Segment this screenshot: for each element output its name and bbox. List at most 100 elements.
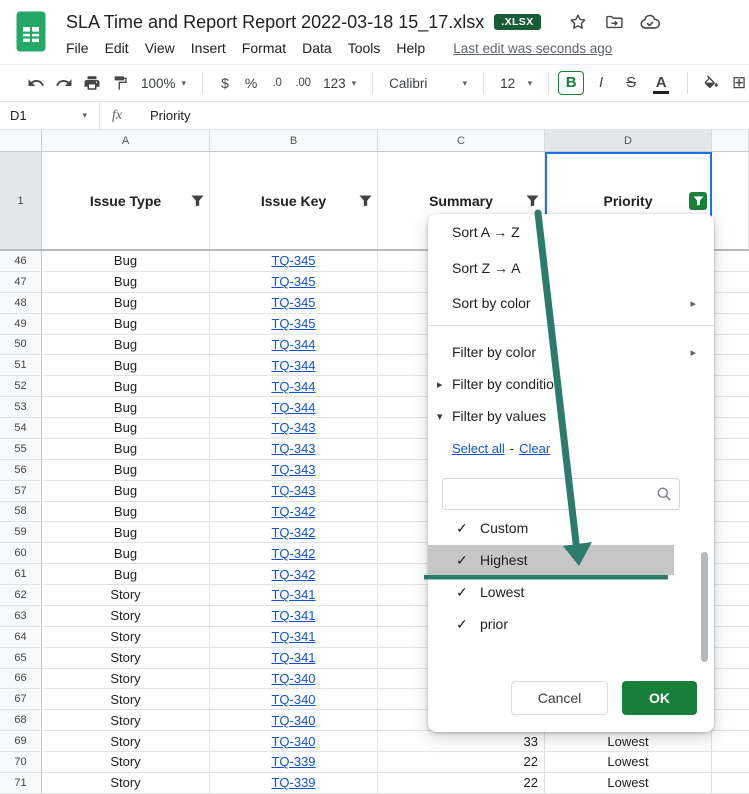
cell-issue-key-link[interactable]: TQ-344 [210,376,378,397]
row-number[interactable]: 49 [0,314,42,335]
filter-funnel-icon-active[interactable] [689,192,707,210]
header-cell-issue-type[interactable]: Issue Type [42,152,210,249]
cell-issue-type[interactable]: Bug [42,564,210,585]
cell-empty[interactable] [712,460,749,481]
cell-empty[interactable] [712,355,749,376]
row-number[interactable]: 50 [0,335,42,356]
row-number[interactable]: 68 [0,710,42,731]
cell-issue-type[interactable]: Story [42,773,210,794]
menu-item-filter-by-condition[interactable]: ▸ Filter by condition [428,369,714,399]
cell-empty[interactable] [712,397,749,418]
select-all-corner[interactable] [0,130,42,152]
cell-empty[interactable] [712,773,749,794]
menu-data[interactable]: Data [294,38,340,58]
row-number-1[interactable]: 1 [0,152,42,249]
row-number[interactable]: 46 [0,251,42,272]
cell-issue-type[interactable]: Story [42,669,210,690]
cell-issue-type[interactable]: Bug [42,543,210,564]
cell-issue-key-link[interactable]: TQ-345 [210,272,378,293]
cell-issue-type[interactable]: Story [42,752,210,773]
cell-issue-type[interactable]: Bug [42,522,210,543]
filter-search-input[interactable] [442,478,680,510]
column-header-rest[interactable] [712,130,749,152]
row-number[interactable]: 63 [0,606,42,627]
format-percent-button[interactable]: % [238,75,264,91]
undo-button[interactable] [22,69,50,97]
cell-issue-key-link[interactable]: TQ-342 [210,543,378,564]
cell-empty[interactable] [712,564,749,585]
row-number[interactable]: 47 [0,272,42,293]
cell-issue-key-link[interactable]: TQ-343 [210,460,378,481]
cell-issue-key-link[interactable]: TQ-345 [210,293,378,314]
decrease-decimal-button[interactable]: .0 [264,77,290,89]
redo-button[interactable] [50,69,78,97]
strikethrough-button[interactable]: S [618,70,644,96]
menu-view[interactable]: View [137,38,183,58]
row-number[interactable]: 60 [0,543,42,564]
column-header-d[interactable]: D [545,130,712,152]
row-number[interactable]: 61 [0,564,42,585]
row-number[interactable]: 57 [0,481,42,502]
cell-empty[interactable] [712,543,749,564]
name-box[interactable]: D1 ▾ [0,102,100,129]
filter-value-custom[interactable]: ✓ Custom [428,513,674,543]
cell-empty[interactable] [712,335,749,356]
paint-format-button[interactable] [106,69,134,97]
fill-color-button[interactable] [697,69,725,97]
cell-empty[interactable] [712,689,749,710]
cell-issue-type[interactable]: Bug [42,376,210,397]
cell-issue-key-link[interactable]: TQ-341 [210,585,378,606]
cell-issue-key-link[interactable]: TQ-343 [210,418,378,439]
row-number[interactable]: 48 [0,293,42,314]
row-number[interactable]: 54 [0,418,42,439]
cell-issue-type[interactable]: Story [42,731,210,752]
menu-item-sort-az[interactable]: Sort A → Z [428,217,714,247]
cell-issue-type[interactable]: Bug [42,293,210,314]
cell-issue-type[interactable]: Bug [42,439,210,460]
sheets-logo-icon[interactable] [16,11,46,57]
cell-issue-type[interactable]: Story [42,648,210,669]
cell-issue-key-link[interactable]: TQ-345 [210,251,378,272]
filter-value-highest[interactable]: ✓ Highest [428,545,674,575]
column-header-a[interactable]: A [42,130,210,152]
cell-issue-type[interactable]: Story [42,606,210,627]
cloud-saved-icon[interactable] [637,9,663,35]
cell-empty[interactable] [712,481,749,502]
row-number[interactable]: 65 [0,648,42,669]
menu-item-sort-za[interactable]: Sort Z → A [428,253,714,283]
cell-empty[interactable] [712,314,749,335]
row-number[interactable]: 62 [0,585,42,606]
filter-funnel-icon[interactable] [359,195,372,207]
cell-issue-key-link[interactable]: TQ-342 [210,502,378,523]
cell-issue-type[interactable]: Story [42,585,210,606]
menu-item-sort-by-color[interactable]: Sort by color ▸ [428,288,714,318]
clear-link[interactable]: Clear [519,441,550,456]
cell-empty[interactable] [712,522,749,543]
cell-priority[interactable]: Lowest [545,752,712,773]
cell-issue-key-link[interactable]: TQ-342 [210,522,378,543]
row-number[interactable]: 71 [0,773,42,794]
increase-decimal-button[interactable]: .00 [290,77,316,89]
last-edit-link[interactable]: Last edit was seconds ago [453,41,612,56]
cell-summary[interactable]: 22 [378,773,545,794]
cell-issue-type[interactable]: Bug [42,355,210,376]
cell-issue-key-link[interactable]: TQ-340 [210,710,378,731]
cell-empty[interactable] [712,669,749,690]
cell-issue-type[interactable]: Bug [42,418,210,439]
cancel-button[interactable]: Cancel [511,681,608,715]
cell-issue-key-link[interactable]: TQ-340 [210,731,378,752]
cell-empty[interactable] [712,376,749,397]
cell-empty[interactable] [712,502,749,523]
text-color-button[interactable]: A [648,70,674,96]
filter-funnel-icon[interactable] [191,195,204,207]
cell-empty[interactable] [712,627,749,648]
cell-empty[interactable] [712,293,749,314]
cell-issue-type[interactable]: Story [42,627,210,648]
cell-issue-key-link[interactable]: TQ-344 [210,335,378,356]
cell-empty[interactable] [712,731,749,752]
cell-empty[interactable] [712,710,749,731]
cell-summary[interactable]: 33 [378,731,545,752]
ok-button[interactable]: OK [622,681,697,715]
filter-funnel-icon[interactable] [526,195,539,207]
cell-issue-key-link[interactable]: TQ-344 [210,397,378,418]
